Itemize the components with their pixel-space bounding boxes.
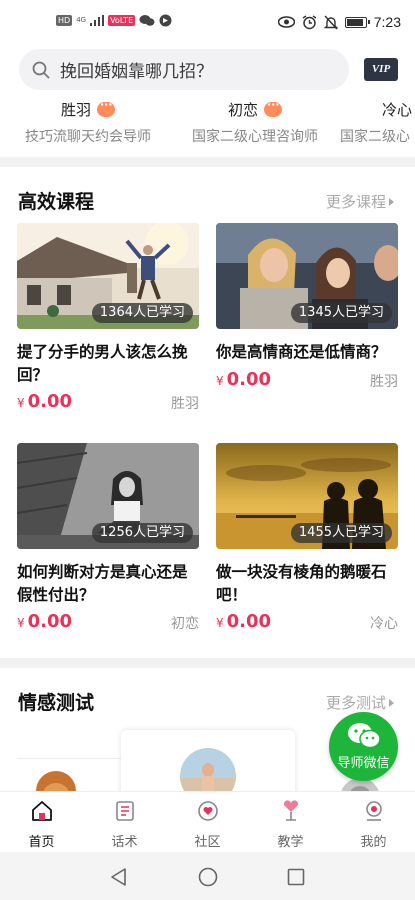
course-card[interactable]: 1455人已学习 做一块没有棱角的鹅暖石吧！ ¥0.00 冷心 <box>216 443 398 637</box>
test-card[interactable] <box>121 730 295 804</box>
wechat-icon <box>139 15 155 26</box>
status-bar: HD 4G VoLTE 7:23 <box>0 0 415 48</box>
tab-label: 我的 <box>360 835 387 850</box>
course-title: 提了分手的男人该怎么挽回？ <box>17 343 188 384</box>
tab-teaching[interactable]: 教学 <box>249 800 332 850</box>
currency-symbol: ¥ <box>17 616 25 630</box>
price-value: 0.00 <box>226 369 272 390</box>
network-type: 4G <box>76 16 87 24</box>
course-title: 如何判断对方是真心还是假性付出？ <box>17 563 188 604</box>
chat-icon <box>264 98 282 117</box>
learner-count-badge: 1256人已学习 <box>91 523 193 543</box>
course-thumbnail: 1256人已学习 <box>17 443 199 549</box>
course-price: ¥0.00 <box>216 369 271 390</box>
more-courses-label: 更多课程 <box>326 193 387 211</box>
course-price: ¥0.00 <box>216 611 271 632</box>
alarm-icon <box>302 14 317 29</box>
tab-profile[interactable]: 我的 <box>332 800 415 850</box>
course-teacher: 初恋 <box>171 616 199 632</box>
hd-badge: HD <box>56 15 73 26</box>
price-value: 0.00 <box>27 391 73 412</box>
vip-button[interactable]: VIP <box>364 58 398 81</box>
home-nav-icon[interactable] <box>198 867 218 887</box>
mentor-item[interactable]: 冷心 国家二级心 <box>340 96 415 146</box>
course-title: 做一块没有棱角的鹅暖石吧！ <box>216 563 387 604</box>
app-screen: HD 4G VoLTE 7:23 挽回婚姻靠哪几招？ VIP 胜羽 技巧流聊天约… <box>0 0 415 900</box>
bottom-tab-bar: 首页 话术 社区 教学 我的 <box>0 791 415 851</box>
search-placeholder: 挽回婚姻靠哪几招？ <box>60 62 213 82</box>
arrow-right-icon <box>389 698 395 707</box>
mentor-name: 初恋 <box>227 100 258 119</box>
courses-section-title: 高效课程 <box>18 191 95 213</box>
mute-icon <box>323 15 338 29</box>
course-price: ¥0.00 <box>17 611 72 632</box>
tab-label: 教学 <box>277 835 304 850</box>
script-icon <box>115 801 134 821</box>
test-divider <box>17 758 121 759</box>
tab-home[interactable]: 首页 <box>0 800 83 850</box>
course-card[interactable]: 1364人已学习 提了分手的男人该怎么挽回？ ¥0.00 胜羽 <box>17 223 199 417</box>
more-tests-link[interactable]: 更多测试 <box>326 692 395 713</box>
tests-section-title: 情感测试 <box>18 692 95 714</box>
currency-symbol: ¥ <box>17 396 25 410</box>
home-icon <box>31 801 52 821</box>
search-bar[interactable]: 挽回婚姻靠哪几招？ <box>19 49 349 90</box>
chat-icon <box>97 98 115 117</box>
mentor-wechat-button[interactable]: 导师微信 <box>329 712 398 781</box>
currency-symbol: ¥ <box>216 616 224 630</box>
wechat-button-label: 导师微信 <box>337 756 390 771</box>
teaching-icon <box>283 800 298 821</box>
course-thumbnail: 1455人已学习 <box>216 443 398 549</box>
more-tests-label: 更多测试 <box>326 694 387 712</box>
mentor-item[interactable]: 初恋 国家二级心理咨询师 <box>155 96 355 146</box>
arrow-right-icon <box>389 197 395 206</box>
wechat-logo-icon <box>348 723 381 749</box>
clock: 7:23 <box>373 14 401 30</box>
back-icon[interactable] <box>109 867 127 887</box>
course-card[interactable]: 1256人已学习 如何判断对方是真心还是假性付出？ ¥0.00 初恋 <box>17 443 199 637</box>
battery-icon <box>344 16 370 28</box>
mentor-name: 冷心 <box>382 100 413 119</box>
status-left: HD 4G VoLTE <box>56 14 172 27</box>
course-thumbnail: 1345人已学习 <box>216 223 398 329</box>
currency-symbol: ¥ <box>216 374 224 388</box>
search-icon <box>32 61 50 78</box>
price-value: 0.00 <box>226 611 272 632</box>
mentor-name: 胜羽 <box>60 100 91 119</box>
more-courses-link[interactable]: 更多课程 <box>326 191 395 212</box>
system-nav-bar <box>0 852 415 900</box>
course-card[interactable]: 1345人已学习 你是高情商还是低情商？ ¥0.00 胜羽 <box>216 223 398 395</box>
learner-count-badge: 1345人已学习 <box>290 303 392 323</box>
status-right: 7:23 <box>277 14 401 30</box>
course-teacher: 冷心 <box>370 616 398 632</box>
recents-icon[interactable] <box>287 868 305 886</box>
eye-icon <box>277 16 295 28</box>
section-divider <box>0 157 415 167</box>
course-thumbnail: 1364人已学习 <box>17 223 199 329</box>
tab-label: 首页 <box>28 835 55 850</box>
course-teacher: 胜羽 <box>171 396 199 412</box>
mentor-title: 国家二级心理咨询师 <box>192 129 318 145</box>
profile-icon <box>365 801 382 821</box>
community-icon <box>197 801 218 821</box>
signal-icon <box>90 15 105 26</box>
price-value: 0.00 <box>27 611 73 632</box>
mentor-row: 胜羽 技巧流聊天约会导师 初恋 国家二级心理咨询师 冷心 国家二级心 <box>0 96 415 152</box>
app-notification-icon <box>159 14 172 27</box>
section-divider <box>0 658 415 668</box>
tab-community[interactable]: 社区 <box>166 800 249 850</box>
course-teacher: 胜羽 <box>370 374 398 390</box>
volte-badge: VoLTE <box>108 15 136 26</box>
tab-label: 社区 <box>194 835 221 850</box>
learner-count-badge: 1455人已学习 <box>290 523 392 543</box>
mentor-title: 国家二级心 <box>340 129 410 145</box>
tab-scripts[interactable]: 话术 <box>83 800 166 850</box>
tab-label: 话术 <box>111 835 138 850</box>
learner-count-badge: 1364人已学习 <box>91 303 193 323</box>
course-price: ¥0.00 <box>17 391 72 412</box>
